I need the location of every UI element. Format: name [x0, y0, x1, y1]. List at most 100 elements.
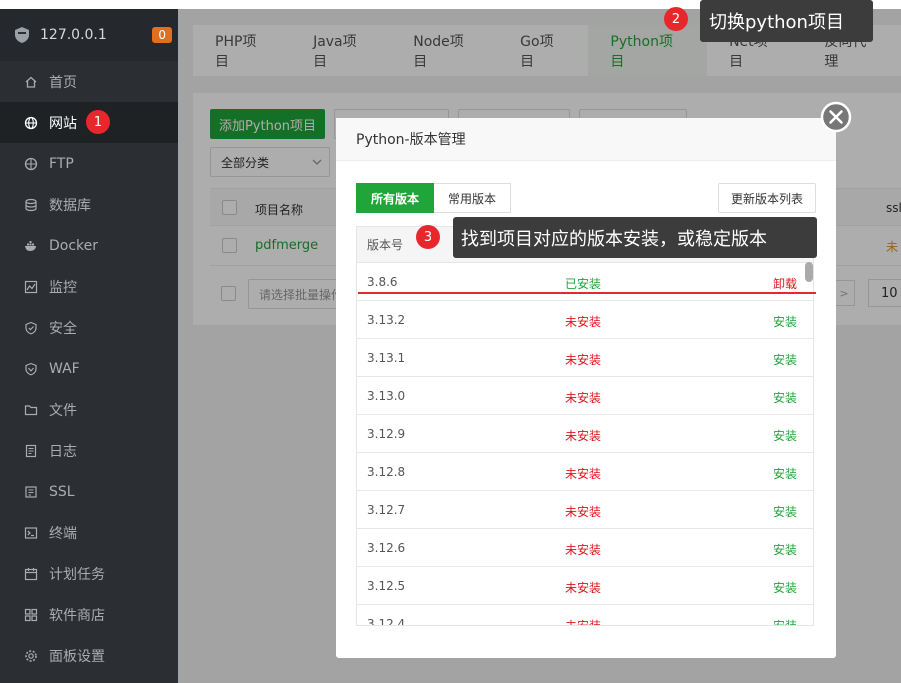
table-row: 3.12.7 未安装 安装	[357, 491, 813, 529]
install-button[interactable]: 安装	[773, 465, 797, 482]
install-button[interactable]: 安装	[773, 389, 797, 406]
install-button[interactable]: 安装	[773, 617, 797, 625]
store-icon	[24, 608, 38, 622]
version-number: 3.12.6	[367, 541, 406, 555]
log-icon	[24, 444, 38, 458]
sidebar-item-label: 文件	[49, 402, 77, 419]
sidebar-item-calendar[interactable]: 计划任务	[0, 553, 178, 594]
sidebar-item-label: 软件商店	[49, 607, 105, 624]
sidebar-item-ftp[interactable]: FTP	[0, 143, 178, 184]
table-row: 3.12.6 未安装 安装	[357, 529, 813, 567]
install-status: 未安装	[565, 505, 602, 519]
version-number: 3.12.9	[367, 427, 406, 441]
waf-icon	[24, 362, 38, 376]
sidebar-header: 127.0.0.1 0	[0, 9, 178, 61]
ftp-icon	[24, 157, 38, 171]
install-button[interactable]: 安装	[773, 427, 797, 444]
install-status: 未安装	[565, 353, 602, 367]
table-row: 3.12.8 未安装 安装	[357, 453, 813, 491]
table-row: 3.8.6 已安装 卸载	[357, 263, 813, 301]
install-button[interactable]: 安装	[773, 579, 797, 596]
refresh-version-list-button[interactable]: 更新版本列表	[718, 183, 816, 213]
shield-icon	[24, 321, 38, 335]
version-number: 3.12.4	[367, 617, 406, 626]
sidebar-item-label: 数据库	[49, 197, 91, 214]
close-icon[interactable]	[820, 101, 852, 133]
sidebar-item-shield[interactable]: 安全	[0, 307, 178, 348]
sidebar-item-label: FTP	[49, 155, 74, 172]
install-status: 未安装	[565, 581, 602, 595]
database-icon	[24, 198, 38, 212]
install-status: 未安装	[565, 391, 602, 405]
gear-icon	[24, 649, 38, 663]
table-row: 3.12.5 未安装 安装	[357, 567, 813, 605]
sidebar-item-label: WAF	[49, 360, 80, 377]
sidebar-item-waf[interactable]: WAF	[0, 348, 178, 389]
calendar-icon	[24, 567, 38, 581]
sidebar-item-terminal[interactable]: 终端	[0, 512, 178, 553]
sidebar-item-label: 首页	[49, 74, 77, 91]
sidebar-item-folder[interactable]: 文件	[0, 389, 178, 430]
notification-badge[interactable]: 0	[152, 27, 172, 43]
sidebar-item-label: 监控	[49, 279, 77, 296]
sidebar-item-label: Docker	[49, 237, 99, 254]
col-version: 版本号	[367, 238, 404, 252]
install-status: 未安装	[565, 619, 602, 626]
sidebar-item-monitor[interactable]: 监控	[0, 266, 178, 307]
highlight-underline	[358, 292, 816, 294]
globe-icon	[24, 116, 38, 130]
version-filter: 所有版本 常用版本	[356, 183, 512, 213]
version-number: 3.12.8	[367, 465, 406, 479]
tooltip-step-2: 切换python项目	[700, 0, 873, 42]
modal-title: Python-版本管理	[336, 118, 836, 161]
sidebar-item-label: 日志	[49, 443, 77, 460]
tooltip-step-2-text: 切换python项目	[709, 12, 844, 33]
step-marker-1: 1	[86, 110, 110, 134]
install-status: 未安装	[565, 543, 602, 557]
tab-common-versions[interactable]: 常用版本	[434, 183, 512, 213]
tab-all-versions[interactable]: 所有版本	[356, 183, 435, 213]
install-status: 未安装	[565, 315, 602, 329]
install-button[interactable]: 安装	[773, 541, 797, 558]
sidebar-item-store[interactable]: 软件商店	[0, 594, 178, 635]
install-button[interactable]: 安装	[773, 351, 797, 368]
sidebar-item-ssl[interactable]: SSL	[0, 471, 178, 512]
sidebar-item-home[interactable]: 首页	[0, 61, 178, 102]
sidebar-item-database[interactable]: 数据库	[0, 184, 178, 225]
sidebar-item-gear[interactable]: 面板设置	[0, 635, 178, 676]
version-table-scrollbar[interactable]	[805, 262, 813, 282]
tooltip-step-3: 找到项目对应的版本安装，或稳定版本	[453, 217, 817, 258]
home-icon	[24, 75, 38, 89]
version-number: 3.12.5	[367, 579, 406, 593]
version-number: 3.13.1	[367, 351, 406, 365]
version-table: 版本号 3.8.6 已安装 卸载 3.13.2 未安装 安装 3.13.1 未安装 安装 3.13…	[356, 226, 814, 626]
server-host: 127.0.0.1	[40, 27, 107, 43]
version-number: 3.13.0	[367, 389, 406, 403]
sidebar-item-label: 安全	[49, 320, 77, 337]
step-marker-2: 2	[664, 7, 688, 31]
sidebar-item-label: 网站	[49, 115, 77, 132]
panel-logo-icon	[15, 27, 29, 43]
table-row: 3.13.2 未安装 安装	[357, 301, 813, 339]
docker-icon	[24, 239, 38, 253]
tooltip-step-3-text: 找到项目对应的版本安装，或稳定版本	[461, 228, 767, 250]
install-button[interactable]: 安装	[773, 313, 797, 330]
install-status: 未安装	[565, 429, 602, 443]
table-row: 3.13.0 未安装 安装	[357, 377, 813, 415]
install-button[interactable]: 安装	[773, 503, 797, 520]
uninstall-button[interactable]: 卸载	[773, 275, 797, 292]
step-marker-3: 3	[416, 225, 440, 249]
table-row: 3.13.1 未安装 安装	[357, 339, 813, 377]
sidebar-item-label: 终端	[49, 525, 77, 542]
table-row: 3.12.4 未安装 安装	[357, 605, 813, 626]
version-number: 3.13.2	[367, 313, 406, 327]
version-number: 3.12.7	[367, 503, 406, 517]
sidebar-item-docker[interactable]: Docker	[0, 225, 178, 266]
table-row: 3.12.9 未安装 安装	[357, 415, 813, 453]
monitor-icon	[24, 280, 38, 294]
sidebar-item-log[interactable]: 日志	[0, 430, 178, 471]
sidebar-item-label: 面板设置	[49, 648, 105, 665]
version-number: 3.8.6	[367, 275, 398, 289]
sidebar-item-label: SSL	[49, 483, 75, 500]
sidebar-item-label: 计划任务	[49, 566, 105, 583]
